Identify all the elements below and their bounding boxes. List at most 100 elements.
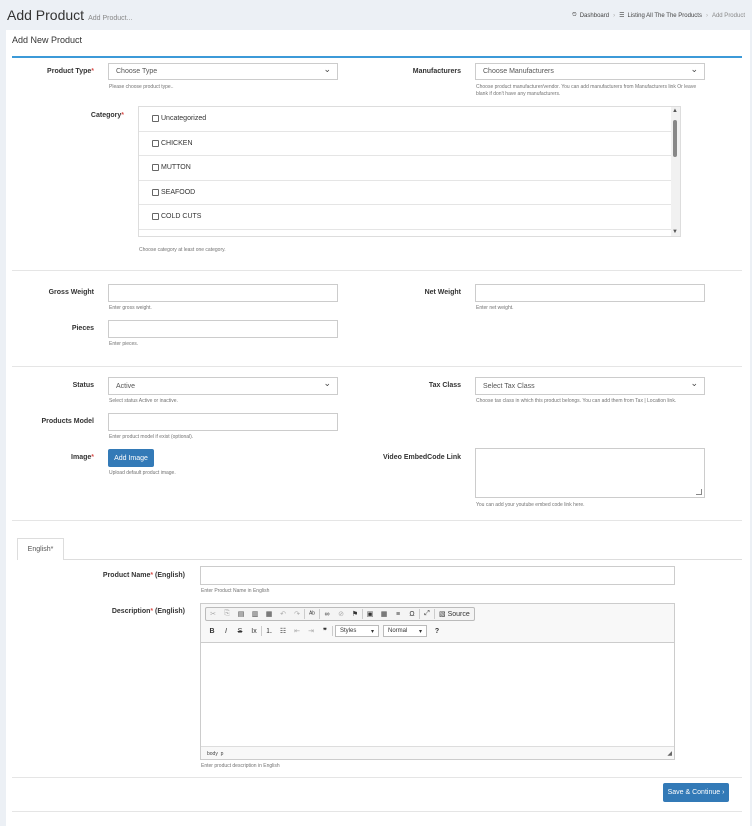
scroll-thumb[interactable] <box>673 120 677 157</box>
manufacturers-select[interactable]: Choose Manufacturers <box>475 63 705 80</box>
description-help: Enter product description in English <box>201 763 280 769</box>
category-item-cold-cuts[interactable]: COLD CUTS <box>139 205 680 230</box>
gross-weight-input[interactable] <box>108 284 338 302</box>
unlink-icon[interactable]: ⊘ <box>334 608 348 620</box>
status-label: Status <box>72 382 94 389</box>
numbered-list-icon[interactable]: ⒈ <box>262 625 276 637</box>
manufacturers-help: Choose product manufacturer/vendor. You … <box>476 84 697 97</box>
save-continue-button[interactable]: Save & Continue › <box>663 783 729 802</box>
indent-icon[interactable]: ⇥ <box>304 625 318 637</box>
checkbox[interactable] <box>152 164 159 172</box>
cut-icon[interactable]: ✂ <box>206 608 220 620</box>
paste-text-icon[interactable]: ▥ <box>248 608 262 620</box>
redo-icon[interactable]: ↷ <box>290 608 304 620</box>
help-icon[interactable]: ? <box>430 625 444 637</box>
maximize-icon[interactable]: ⤢ <box>420 608 434 620</box>
box-title: Add New Product <box>12 35 83 45</box>
strike-icon[interactable]: S <box>233 625 247 637</box>
styles-combo[interactable]: Styles ▾ <box>335 625 379 637</box>
category-item-uncategorized[interactable]: Uncategorized <box>139 107 680 132</box>
divider <box>12 366 742 367</box>
editor-toolbar-row2: B I S Ix ⒈ ☷ ⇤ ⇥ ❞ Styles ▾ Normal ▾ ? <box>205 624 444 638</box>
table-icon[interactable]: ▦ <box>377 608 391 620</box>
category-help: Choose category at least one category. <box>139 247 226 253</box>
paste-word-icon[interactable]: ▦ <box>262 608 276 620</box>
category-item-mutton[interactable]: MUTTON <box>139 156 680 181</box>
product-type-select[interactable]: Choose Type <box>108 63 338 80</box>
scroll-down-icon[interactable]: ▼ <box>672 229 678 235</box>
category-scrollbar[interactable]: ▲ ▼ <box>671 107 680 236</box>
bulleted-list-icon[interactable]: ☷ <box>276 625 290 637</box>
breadcrumb-listing[interactable]: Listing All The The Products <box>627 13 702 19</box>
video-label: Video EmbedCode Link <box>382 454 461 461</box>
link-icon[interactable]: ∞ <box>320 608 334 620</box>
products-model-help: Enter product model if exist (optional). <box>109 434 194 440</box>
editor-toolbar-row1: ✂ ⎘ ▤ ▥ ▦ ↶ ↷ ᴬᵇ ∞ ⊘ ⚑ ▣ ▦ ≡ Ω ⤢ ▧ Sourc… <box>205 607 475 621</box>
source-button[interactable]: ▧ Source <box>435 608 474 620</box>
undo-icon[interactable]: ↶ <box>276 608 290 620</box>
tax-class-select[interactable]: Select Tax Class <box>475 377 705 395</box>
manufacturers-label: Manufacturers <box>412 68 461 75</box>
outdent-icon[interactable]: ⇤ <box>290 625 304 637</box>
product-type-label: Product Type* <box>47 68 94 75</box>
image-help: Upload default product image. <box>109 470 176 476</box>
checkbox[interactable] <box>152 213 159 221</box>
editor-resize-icon[interactable]: ◢ <box>667 750 672 757</box>
editor-content-area[interactable] <box>201 642 674 747</box>
video-embed-textarea[interactable] <box>475 448 705 498</box>
horizontal-line-icon[interactable]: ≡ <box>391 608 405 620</box>
source-icon: ▧ <box>439 611 446 618</box>
divider <box>12 777 742 778</box>
breadcrumb: ⏲ Dashboard › ☰ Listing All The The Prod… <box>572 12 745 19</box>
divider <box>12 270 742 271</box>
paste-icon[interactable]: ▤ <box>234 608 248 620</box>
italic-icon[interactable]: I <box>219 625 233 637</box>
category-item-chicken[interactable]: CHICKEN <box>139 132 680 156</box>
video-help: You can add your youtube embed code link… <box>476 502 585 508</box>
checkbox[interactable] <box>152 188 159 196</box>
rich-text-editor[interactable]: ✂ ⎘ ▤ ▥ ▦ ↶ ↷ ᴬᵇ ∞ ⊘ ⚑ ▣ ▦ ≡ Ω ⤢ ▧ Sourc… <box>200 603 675 760</box>
pieces-label: Pieces <box>71 325 94 332</box>
content-header: Add Product Add Product... ⏲ Dashboard › … <box>0 0 752 30</box>
copy-icon[interactable]: ⎘ <box>220 608 234 620</box>
product-name-input[interactable] <box>200 566 675 585</box>
tax-class-help: Choose tax class in which this product b… <box>476 398 677 404</box>
anchor-icon[interactable]: ⚑ <box>348 608 362 620</box>
pieces-input[interactable] <box>108 320 338 338</box>
resize-handle[interactable] <box>696 489 702 495</box>
divider <box>12 520 742 521</box>
tab-english[interactable]: English* <box>17 538 64 560</box>
status-select[interactable]: Active <box>108 377 338 395</box>
scroll-up-icon[interactable]: ▲ <box>672 108 678 114</box>
product-name-help: Enter Product Name in English <box>201 588 270 594</box>
category-item-seafood[interactable]: SEAFOOD <box>139 181 680 205</box>
category-list[interactable]: Uncategorized CHICKEN MUTTON SEAFOOD COL… <box>138 106 681 237</box>
product-name-label: Product Name* (English) <box>102 572 185 579</box>
net-weight-input[interactable] <box>475 284 705 302</box>
remove-format-icon[interactable]: Ix <box>247 625 261 637</box>
bold-icon[interactable]: B <box>205 625 219 637</box>
tax-class-label: Tax Class <box>428 382 461 389</box>
image-label: Image* <box>71 454 94 461</box>
add-product-box: Add New Product Product Type* Choose Typ… <box>6 30 750 826</box>
products-model-input[interactable] <box>108 413 338 431</box>
format-combo[interactable]: Normal ▾ <box>383 625 427 637</box>
description-label: Description* (English) <box>111 608 185 615</box>
checkbox[interactable] <box>152 115 159 123</box>
gross-weight-help: Enter gross weight. <box>109 305 152 311</box>
checkbox[interactable] <box>152 139 159 147</box>
pieces-help: Enter pieces. <box>109 341 139 347</box>
spellcheck-icon[interactable]: ᴬᵇ <box>305 608 319 620</box>
dropdown-arrow-icon: ▾ <box>418 628 422 635</box>
breadcrumb-current: Add Product <box>711 12 745 19</box>
blockquote-icon[interactable]: ❞ <box>318 625 332 637</box>
dropdown-arrow-icon: ▾ <box>370 628 374 635</box>
add-image-button[interactable]: Add Image <box>108 449 154 467</box>
category-label: Category* <box>90 112 124 119</box>
database-icon: ☰ <box>619 13 625 19</box>
net-weight-label: Net Weight <box>424 289 461 296</box>
editor-path: body p <box>207 751 224 757</box>
image-icon[interactable]: ▣ <box>363 608 377 620</box>
breadcrumb-dashboard[interactable]: Dashboard <box>580 13 609 19</box>
special-char-icon[interactable]: Ω <box>405 608 419 620</box>
